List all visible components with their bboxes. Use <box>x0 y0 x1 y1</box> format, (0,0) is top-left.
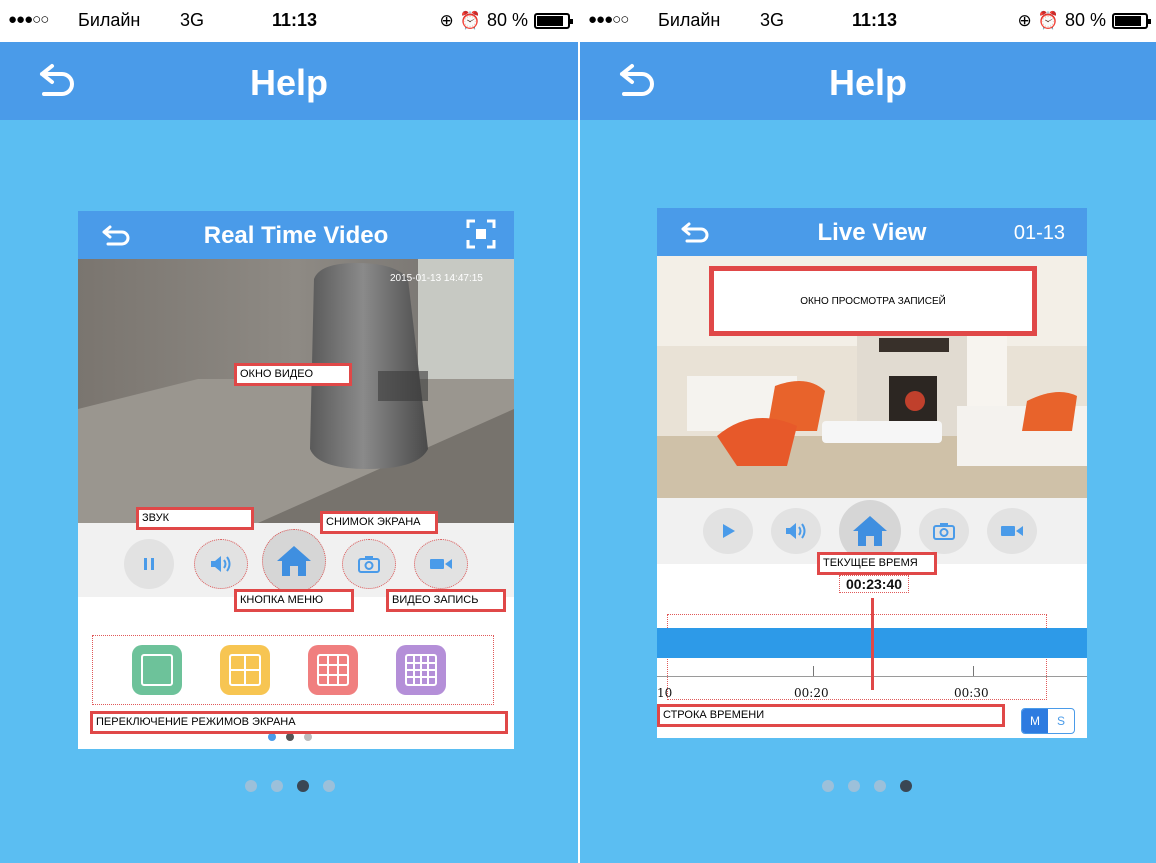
fullscreen-icon <box>466 219 496 249</box>
signal-strength: ●●●○○ <box>588 11 629 28</box>
network-type: 3G <box>760 10 785 30</box>
page-title: Help <box>249 62 328 103</box>
video-camera-icon <box>1001 526 1023 536</box>
page-dot[interactable] <box>271 780 283 792</box>
status-time: 11:13 <box>272 10 318 30</box>
tick-label: 00:20 <box>794 686 829 700</box>
page-dot-active[interactable] <box>900 780 912 792</box>
label-video-window: ОКНО ВИДЕО <box>234 363 352 386</box>
video-window: 2015-01-13 14:47:15 <box>78 259 514 523</box>
page-dot[interactable] <box>874 780 886 792</box>
page-dot[interactable] <box>245 780 257 792</box>
signal-strength: ●●●○○ <box>8 11 49 28</box>
carrier-name: Билайн <box>78 10 141 30</box>
record-button[interactable] <box>987 508 1037 554</box>
layout-nine-tile[interactable] <box>308 645 358 695</box>
current-time-readout: 00:23:40 <box>839 575 909 593</box>
help-navbar: Help <box>580 42 1156 120</box>
camera-icon <box>358 556 380 573</box>
page-indicator <box>245 780 335 792</box>
label-menu-button: КНОПКА МЕНЮ <box>234 589 354 612</box>
status-bar: ●●●○○ Билайн 3G 11:13 ⊕ ⏰ 80 % <box>0 0 578 42</box>
tick-label: 00:30 <box>954 686 989 700</box>
page-dot[interactable] <box>323 780 335 792</box>
play-icon <box>723 524 735 538</box>
help-navbar: Help <box>0 42 578 120</box>
scale-minutes-button[interactable]: M <box>1022 709 1048 733</box>
battery-icon <box>1112 12 1151 29</box>
layout-sixteen-tile[interactable] <box>396 645 446 695</box>
snapshot-button[interactable] <box>919 508 969 554</box>
label-video-record: ВИДЕО ЗАПИСЬ <box>386 589 506 612</box>
tick-mark <box>973 666 974 676</box>
battery-percent: 80 % <box>486 10 528 30</box>
app-header: Live View 01-13 <box>657 208 1087 256</box>
left-help-screen: ●●●○○ Билайн 3G 11:13 ⊕ ⏰ 80 % Help Real… <box>0 0 578 863</box>
label-screen-modes: ПЕРЕКЛЮЧЕНИЕ РЕЖИМОВ ЭКРАНА <box>90 711 508 734</box>
app-title: Real Time Video <box>203 222 389 249</box>
page-indicator <box>822 780 912 792</box>
layout-quad-tile[interactable] <box>220 645 270 695</box>
page-dot-active[interactable] <box>297 780 309 792</box>
video-timestamp: 2015-01-13 14:47:15 <box>390 273 483 284</box>
label-playback-window-text: ОКНО ПРОСМОТРА ЗАПИСЕЙ <box>800 295 946 307</box>
camera-feed-image: 2015-01-13 14:47:15 <box>78 259 514 523</box>
status-time: 11:13 <box>852 10 898 30</box>
camera-icon <box>933 523 955 540</box>
pause-icon <box>144 558 154 570</box>
page-dot[interactable] <box>822 780 834 792</box>
speaker-icon <box>211 556 231 572</box>
carrier-name: Билайн <box>658 10 721 30</box>
speaker-icon <box>786 523 806 539</box>
date-label: 01-13 <box>1013 222 1065 244</box>
network-type: 3G <box>180 10 205 30</box>
page-title: Help <box>828 62 907 103</box>
sound-button[interactable] <box>194 539 248 589</box>
record-button[interactable] <box>414 539 468 589</box>
battery-percent: 80 % <box>1064 10 1106 30</box>
right-help-screen: ●●●○○ Билайн 3G 11:13 ⊕ ⏰ 80 % Help Live… <box>580 0 1156 863</box>
rotation-lock-icon: ⊕ <box>439 10 454 30</box>
alarm-icon: ⏰ <box>459 10 481 30</box>
scale-seconds-button[interactable]: S <box>1048 709 1074 733</box>
inner-page-dots <box>268 733 312 741</box>
page-dot[interactable] <box>848 780 860 792</box>
battery-icon <box>534 12 573 29</box>
menu-home-button[interactable] <box>262 529 326 593</box>
label-current-time: ТЕКУЩЕЕ ВРЕМЯ <box>817 552 937 575</box>
home-icon <box>277 546 311 576</box>
home-icon <box>853 516 887 546</box>
play-button[interactable] <box>703 508 753 554</box>
sound-button[interactable] <box>771 508 821 554</box>
alarm-icon: ⏰ <box>1037 10 1059 30</box>
pause-button[interactable] <box>124 539 174 589</box>
label-sound: ЗВУК <box>136 507 254 530</box>
tick-mark <box>813 666 814 676</box>
tick-label: 10 <box>657 686 673 700</box>
rotation-lock-icon: ⊕ <box>1017 10 1032 30</box>
layout-single-tile[interactable] <box>132 645 182 695</box>
live-view-screenshot: Live View 01-13 00:23:40 10 00:20 00:30 … <box>657 208 1087 738</box>
video-camera-icon <box>430 559 452 569</box>
status-bar: ●●●○○ Билайн 3G 11:13 ⊕ ⏰ 80 % <box>580 0 1156 42</box>
label-playback-window: ОКНО ПРОСМОТРА ЗАПИСЕЙ <box>709 266 1037 336</box>
scale-toggle: M S <box>1021 708 1075 734</box>
snapshot-button[interactable] <box>342 539 396 589</box>
playhead-marker[interactable] <box>871 598 874 690</box>
real-time-video-screenshot: Real Time Video 2015-01-13 14:47:15 ОКНО… <box>78 211 514 749</box>
label-timeline: СТРОКА ВРЕМЕНИ <box>657 704 1005 727</box>
app-header: Real Time Video <box>78 211 514 259</box>
control-bar <box>78 523 514 597</box>
label-snapshot: СНИМОК ЭКРАНА <box>320 511 438 534</box>
